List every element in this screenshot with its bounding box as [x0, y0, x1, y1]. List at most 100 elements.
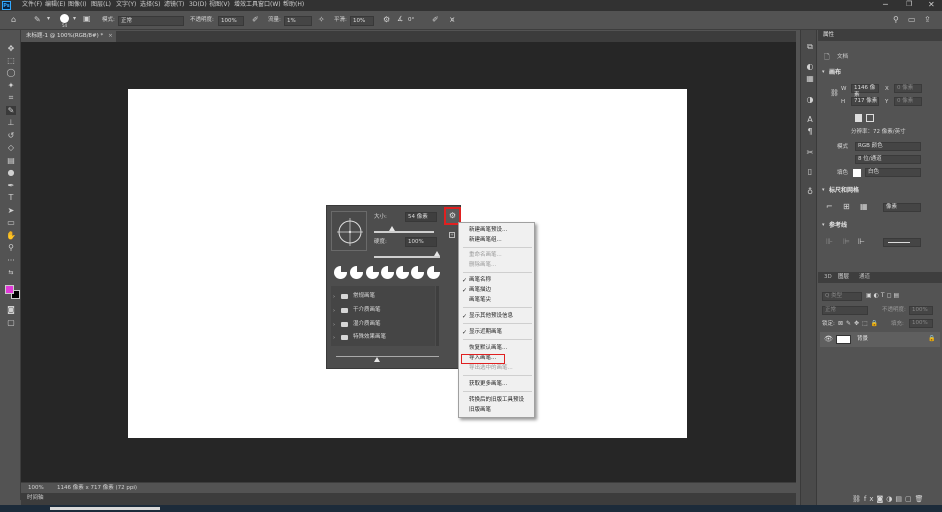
zoom-tool-icon[interactable]: ⚲	[6, 243, 16, 252]
menu-select[interactable]: 选择(S)	[140, 2, 161, 8]
angle-icon[interactable]: ∡	[397, 16, 403, 23]
hardness-slider-track[interactable]	[374, 256, 440, 258]
pressure-opacity-icon[interactable]: ✐	[252, 16, 259, 24]
lock-icons[interactable]: ⊠✎✥⬚🔒	[838, 321, 881, 327]
dodge-tool-icon[interactable]: ●	[6, 168, 16, 177]
recent-brush-tip[interactable]	[350, 266, 363, 279]
learn-panel-icon[interactable]: ♁	[805, 187, 815, 196]
document-tab[interactable]: 未标题-1 @ 100%(RGB/8#) * ×	[21, 31, 116, 42]
menu-view[interactable]: 视图(V)	[209, 2, 230, 8]
eye-icon[interactable]: 👁	[824, 335, 833, 343]
menu-item-brush-stroke[interactable]: ✓ 画笔描边	[459, 286, 536, 295]
chevron-down-icon[interactable]: ▾	[822, 223, 825, 228]
color-panel-icon[interactable]: ◐	[805, 62, 815, 71]
menu-help[interactable]: 帮助(H)	[283, 2, 304, 8]
gradient-tool-icon[interactable]: ▤	[6, 156, 16, 165]
gear-icon[interactable]: ⚙	[383, 16, 390, 24]
pixel-grid-icon[interactable]: ▦	[860, 203, 868, 211]
menu-3d[interactable]: 3D(D)	[189, 2, 207, 8]
screen-mode-icon[interactable]: ▢	[6, 318, 16, 327]
rectangle-tool-icon[interactable]: ▭	[6, 218, 16, 227]
height-input[interactable]: 717 像素	[851, 97, 879, 106]
search-icon[interactable]: ⚲	[893, 16, 899, 24]
size-input[interactable]: 54 像素	[405, 212, 437, 222]
marquee-tool-icon[interactable]: ⬚	[6, 56, 16, 65]
history-brush-icon[interactable]: ↺	[6, 131, 16, 140]
clone-source-panel-icon[interactable]: ▯	[805, 167, 815, 176]
recent-brush-tip[interactable]	[381, 266, 394, 279]
brush-preset-icon[interactable]	[60, 14, 69, 23]
guide-layout-icon[interactable]: ⊩	[858, 238, 865, 246]
flow-input[interactable]: 1%	[284, 16, 312, 26]
symmetry-icon[interactable]: ⩙	[450, 16, 455, 24]
zoom-level[interactable]: 100%	[28, 485, 44, 492]
menu-window[interactable]: 窗口(W)	[258, 2, 281, 8]
menu-item-rename-brush[interactable]: 重命名画笔...	[459, 251, 536, 260]
preview-size-slider-thumb[interactable]	[374, 357, 380, 362]
eraser-tool-icon[interactable]: ◇	[6, 143, 16, 152]
recent-brush-tip[interactable]	[334, 266, 347, 279]
pen-tool-icon[interactable]: ✒	[6, 181, 16, 190]
swatches-panel-icon[interactable]: ▦	[805, 74, 815, 83]
layer-filter-icons[interactable]: ▣◐T◻▤	[866, 293, 901, 299]
timeline-tab[interactable]: 时间轴	[27, 495, 44, 502]
menu-edit[interactable]: 编辑(E)	[45, 2, 65, 8]
hardness-slider-thumb[interactable]	[434, 251, 440, 256]
share-icon[interactable]: ⇪	[924, 16, 931, 24]
angle-input[interactable]: 0°	[406, 16, 426, 26]
menu-item-show-preset-info[interactable]: ✓ 显示其他预设信息	[459, 312, 536, 321]
brush-settings-icon[interactable]: ▣	[83, 15, 91, 23]
link-icon[interactable]: ⛓	[830, 90, 839, 97]
pressure-size-icon[interactable]: ✐	[432, 16, 439, 24]
menu-filter[interactable]: 滤镜(T)	[164, 2, 184, 8]
color-mode-select[interactable]: RGB 颜色	[855, 142, 921, 151]
layer-action-icons[interactable]: ⛓fx◙◑▤▢🗑	[852, 496, 927, 503]
fill-color-swatch[interactable]	[853, 169, 861, 177]
move-tool-icon[interactable]: ✥	[6, 44, 16, 53]
more-tools-icon[interactable]: ···	[6, 256, 16, 265]
recent-brush-tip[interactable]	[366, 266, 379, 279]
type-tool-icon[interactable]: T	[6, 193, 16, 202]
menu-item-converted-legacy-presets[interactable]: 转换后的旧版工具预设	[459, 396, 536, 405]
lasso-tool-icon[interactable]: ◯	[6, 68, 16, 77]
menu-image[interactable]: 图像(I)	[68, 2, 86, 8]
restore-icon[interactable]: ❐	[906, 1, 912, 8]
history-panel-icon[interactable]: ⧉	[805, 42, 815, 51]
new-preset-icon[interactable]: +	[449, 232, 455, 238]
menu-item-delete-brush[interactable]: 删除画笔...	[459, 261, 536, 270]
brush-tool-icon[interactable]: ✎	[6, 106, 16, 115]
workspace-icon[interactable]: ▭	[908, 16, 916, 24]
quick-mask-icon[interactable]: ◙	[6, 305, 16, 314]
blend-mode-select[interactable]: 正常	[822, 306, 868, 315]
foreground-color-swatch[interactable]	[5, 285, 14, 294]
y-input[interactable]: 0 像素	[894, 97, 922, 106]
hardness-input[interactable]: 100%	[405, 237, 437, 247]
smoothing-input[interactable]: 10%	[350, 16, 374, 26]
layer-name[interactable]: 背景	[857, 336, 868, 343]
quick-select-tool-icon[interactable]: ✦	[6, 81, 16, 90]
menu-layer[interactable]: 图层(L)	[91, 2, 111, 8]
crop-tool-icon[interactable]: ⌗	[6, 93, 16, 102]
menu-item-legacy-brushes[interactable]: 旧版画笔	[459, 406, 536, 415]
paragraph-panel-icon[interactable]: ¶	[805, 127, 815, 136]
layer-row[interactable]: 👁 背景 🔒	[820, 332, 940, 347]
hand-tool-icon[interactable]: ✋	[6, 231, 16, 240]
recent-brush-tip[interactable]	[427, 266, 440, 279]
chevron-right-icon[interactable]: ›	[133, 485, 135, 492]
mode-select[interactable]: 正常	[118, 16, 184, 26]
brush-folder[interactable]: › 湿介质画笔	[333, 320, 433, 330]
home-icon[interactable]: ⌂	[11, 16, 16, 24]
airbrush-icon[interactable]: ✧	[318, 16, 325, 24]
layer-kind-filter[interactable]: Q 类型	[822, 292, 862, 301]
menu-file[interactable]: 文件(F)	[22, 2, 42, 8]
layer-fill-input[interactable]: 100%	[909, 319, 933, 328]
menu-item-new-brush-preset[interactable]: 新建画笔预设...	[459, 226, 536, 235]
brush-angle-preview[interactable]	[331, 211, 367, 251]
chevron-down-icon[interactable]: ▾	[822, 188, 825, 193]
tab-properties[interactable]: 属性	[823, 32, 834, 39]
close-tab-icon[interactable]: ×	[108, 33, 113, 39]
swap-colors-icon[interactable]: ⇆	[6, 268, 16, 277]
menu-item-brush-name[interactable]: ✓ 画笔名称	[459, 276, 536, 285]
x-input[interactable]: 0 像素	[894, 84, 922, 93]
path-select-tool-icon[interactable]: ➤	[6, 206, 16, 215]
